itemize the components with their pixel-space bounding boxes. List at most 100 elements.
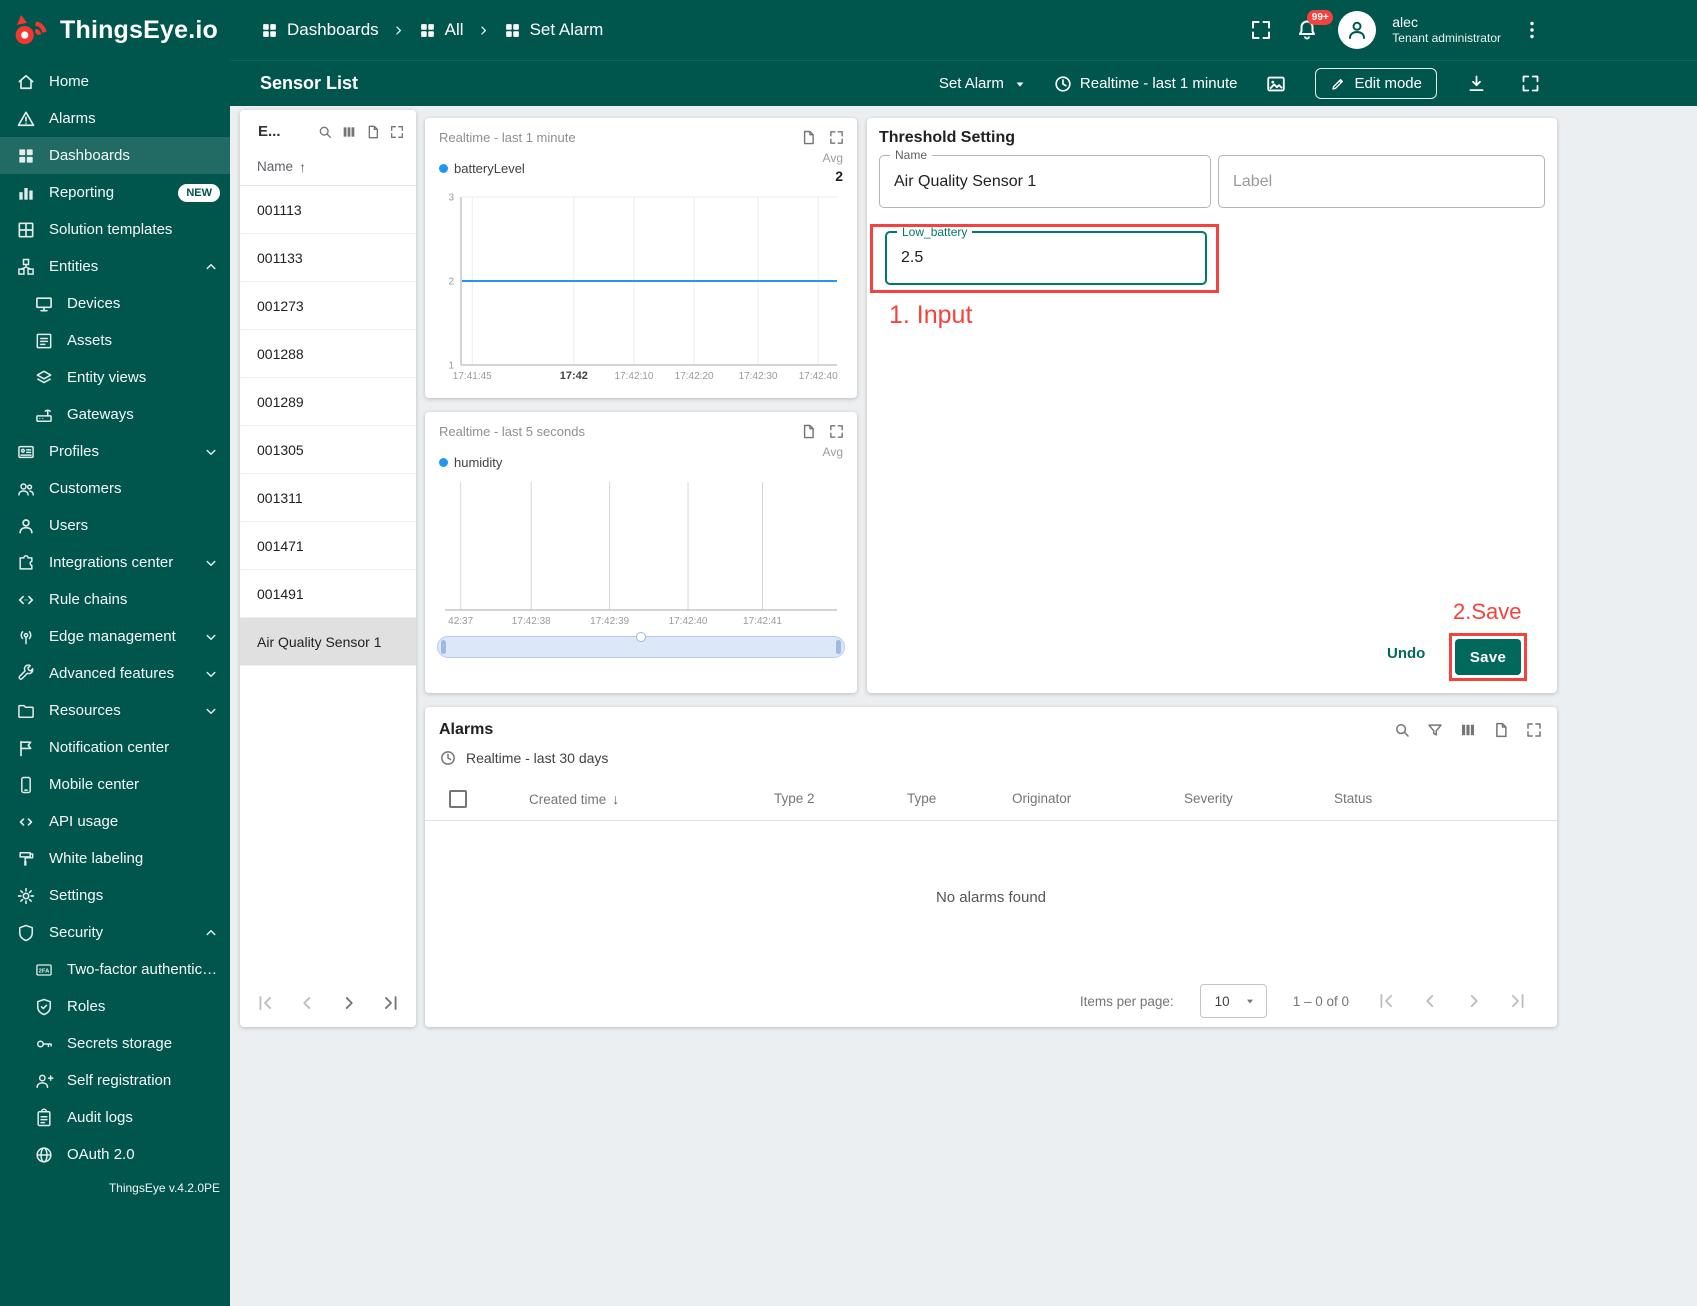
- undo-button[interactable]: Undo: [1387, 645, 1425, 662]
- sidebar-item-entity-views[interactable]: Entity views: [0, 359, 230, 396]
- more-menu-button[interactable]: [1517, 15, 1547, 45]
- sidebar-item-users[interactable]: Users: [0, 507, 230, 544]
- name-input[interactable]: [880, 156, 1210, 207]
- sidebar-item-integrations-center[interactable]: Integrations center: [0, 544, 230, 581]
- entity-row[interactable]: 001133: [240, 234, 416, 282]
- image-gallery-button[interactable]: [1261, 69, 1291, 99]
- sidebar-item-customers[interactable]: Customers: [0, 470, 230, 507]
- entity-search-button[interactable]: [317, 124, 333, 140]
- sidebar-item-alarms[interactable]: Alarms: [0, 100, 230, 137]
- prev-page-button[interactable]: [1419, 990, 1441, 1012]
- entity-row-selected[interactable]: Air Quality Sensor 1: [240, 618, 416, 666]
- label-input[interactable]: [1219, 156, 1544, 207]
- alarms-timewindow-button[interactable]: Realtime - last 30 days: [425, 749, 1557, 767]
- alarms-export-button[interactable]: [1492, 721, 1510, 739]
- column-status[interactable]: Status: [1334, 791, 1372, 806]
- column-label: Originator: [1012, 791, 1072, 806]
- app-logo[interactable]: ThingsEye.io: [0, 14, 230, 47]
- scrollbar-right-handle[interactable]: [836, 640, 841, 654]
- entity-row[interactable]: 001311: [240, 474, 416, 522]
- entity-row[interactable]: 001113: [240, 186, 416, 234]
- last-page-button[interactable]: [1507, 990, 1529, 1012]
- sidebar-item-audit-logs[interactable]: Audit logs: [0, 1099, 230, 1136]
- fullscreen-button[interactable]: [1246, 15, 1276, 45]
- column-originator[interactable]: Originator: [1012, 791, 1071, 806]
- entity-columns-button[interactable]: [341, 124, 357, 140]
- sidebar-item-resources[interactable]: Resources: [0, 692, 230, 729]
- last-page-button[interactable]: [380, 992, 402, 1014]
- sidebar-item-security[interactable]: Security: [0, 914, 230, 951]
- sidebar-item-gateways[interactable]: Gateways: [0, 396, 230, 433]
- sidebar-item-secrets-storage[interactable]: Secrets storage: [0, 1025, 230, 1062]
- notifications-button[interactable]: 99+: [1292, 10, 1334, 45]
- sidebar-item-self-registration[interactable]: Self registration: [0, 1062, 230, 1099]
- entity-row[interactable]: 001288: [240, 330, 416, 378]
- fullscreen-widget-button[interactable]: [828, 423, 845, 440]
- sidebar-item-settings[interactable]: Settings: [0, 877, 230, 914]
- toolbar-fullscreen-button[interactable]: [1515, 69, 1545, 99]
- low-battery-input[interactable]: [887, 233, 1205, 283]
- prev-page-button[interactable]: [296, 992, 318, 1014]
- sidebar-item-mobile-center[interactable]: Mobile center: [0, 766, 230, 803]
- sidebar-item-oauth[interactable]: OAuth 2.0: [0, 1136, 230, 1173]
- sidebar-item-home[interactable]: Home: [0, 63, 230, 100]
- entity-fullscreen-button[interactable]: [389, 124, 405, 140]
- column-created-time[interactable]: Created time ↓: [529, 791, 619, 807]
- sidebar-item-two-factor[interactable]: Two-factor authenticati...: [0, 951, 230, 988]
- sidebar-item-assets[interactable]: Assets: [0, 322, 230, 359]
- alarms-filter-button[interactable]: [1426, 721, 1444, 739]
- sidebar-item-profiles[interactable]: Profiles: [0, 433, 230, 470]
- next-page-button[interactable]: [1463, 990, 1485, 1012]
- sidebar-item-advanced-features[interactable]: Advanced features: [0, 655, 230, 692]
- entity-row[interactable]: 001289: [240, 378, 416, 426]
- breadcrumb-set-alarm[interactable]: Set Alarm: [503, 20, 603, 40]
- sidebar-item-solution-templates[interactable]: Solution templates: [0, 211, 230, 248]
- column-type[interactable]: Type: [907, 791, 936, 806]
- entity-row[interactable]: 001273: [240, 282, 416, 330]
- widget-timewindow-label[interactable]: Realtime - last 5 seconds: [439, 424, 792, 439]
- column-type2[interactable]: Type 2: [774, 791, 815, 806]
- sidebar-item-edge-management[interactable]: Edge management: [0, 618, 230, 655]
- legend-humidity[interactable]: humidity: [439, 455, 502, 470]
- export-widget-button[interactable]: [800, 423, 817, 440]
- chart-overview-scrollbar[interactable]: [437, 632, 845, 658]
- entity-export-button[interactable]: [365, 124, 381, 140]
- name-column-header[interactable]: Name ↑: [240, 148, 416, 186]
- widget-timewindow-label[interactable]: Realtime - last 1 minute: [439, 130, 792, 145]
- first-page-button[interactable]: [1375, 990, 1397, 1012]
- alarms-fullscreen-button[interactable]: [1525, 721, 1543, 739]
- sidebar-item-roles[interactable]: Roles: [0, 988, 230, 1025]
- scrollbar-left-handle[interactable]: [441, 640, 446, 654]
- select-all-checkbox[interactable]: [449, 790, 467, 808]
- sidebar-item-entities[interactable]: Entities: [0, 248, 230, 285]
- user-avatar[interactable]: [1338, 11, 1377, 49]
- download-button[interactable]: [1461, 69, 1491, 99]
- items-per-page-select[interactable]: 10: [1199, 984, 1267, 1018]
- alarms-search-button[interactable]: [1393, 721, 1411, 739]
- legend-battery-level[interactable]: batteryLevel: [439, 161, 525, 176]
- entity-row[interactable]: 001305: [240, 426, 416, 474]
- state-selector[interactable]: Set Alarm: [939, 75, 1029, 93]
- sidebar-item-notification-center[interactable]: Notification center: [0, 729, 230, 766]
- timewindow-button[interactable]: Realtime - last 1 minute: [1053, 74, 1237, 94]
- first-page-button[interactable]: [254, 992, 276, 1014]
- entity-row[interactable]: 001471: [240, 522, 416, 570]
- entity-row[interactable]: 001491: [240, 570, 416, 618]
- sidebar-item-label: Advanced features: [49, 665, 175, 682]
- breadcrumb-dashboards[interactable]: Dashboards: [260, 20, 379, 40]
- save-button[interactable]: Save: [1455, 639, 1521, 675]
- breadcrumb-all[interactable]: All: [418, 20, 464, 40]
- sidebar-item-white-labeling[interactable]: White labeling: [0, 840, 230, 877]
- alarms-columns-button[interactable]: [1459, 721, 1477, 739]
- sidebar-item-api-usage[interactable]: API usage: [0, 803, 230, 840]
- sidebar-item-reporting[interactable]: Reporting NEW: [0, 174, 230, 211]
- scrollbar-knob[interactable]: [636, 632, 646, 642]
- edit-mode-button[interactable]: Edit mode: [1315, 68, 1437, 99]
- column-severity[interactable]: Severity: [1184, 791, 1233, 806]
- fullscreen-widget-button[interactable]: [828, 129, 845, 146]
- sidebar-item-dashboards[interactable]: Dashboards: [0, 137, 230, 174]
- sidebar-item-rule-chains[interactable]: Rule chains: [0, 581, 230, 618]
- next-page-button[interactable]: [338, 992, 360, 1014]
- sidebar-item-devices[interactable]: Devices: [0, 285, 230, 322]
- export-widget-button[interactable]: [800, 129, 817, 146]
